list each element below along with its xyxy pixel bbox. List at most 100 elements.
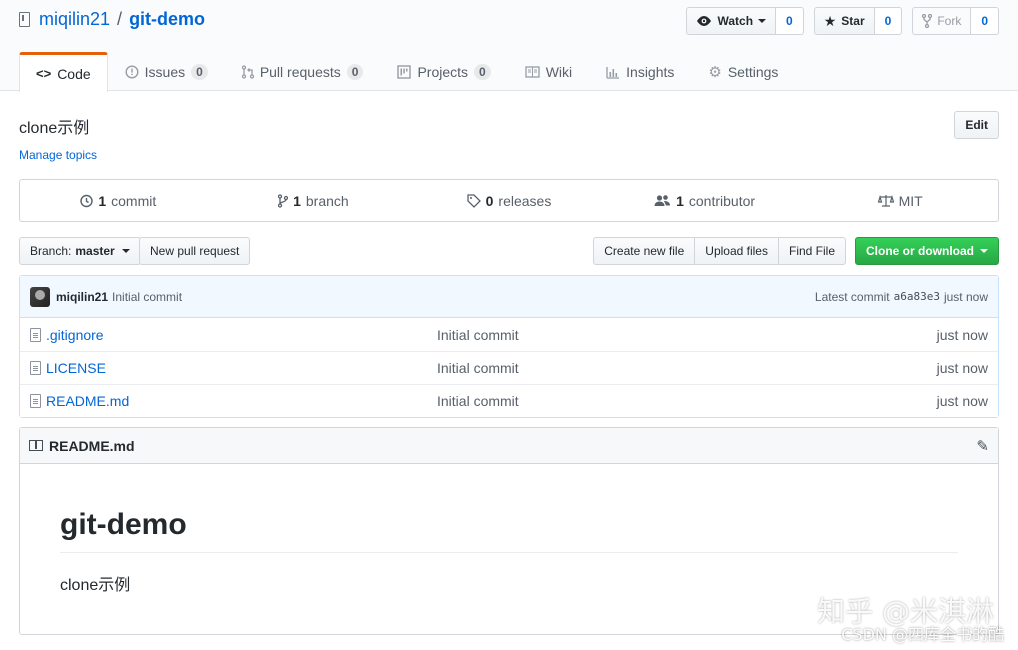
gear-icon: ⚙ — [708, 64, 722, 81]
watch-group: Watch 0 — [686, 7, 804, 35]
tab-projects-label: Projects — [417, 64, 469, 80]
table-row: LICENSE Initial commit just now — [20, 351, 998, 384]
history-icon — [80, 194, 94, 207]
releases-link[interactable]: 0 releases — [411, 180, 607, 221]
contributors-label: contributor — [688, 192, 756, 209]
file-icon — [30, 361, 41, 375]
fork-count[interactable]: 0 — [971, 7, 999, 35]
tab-pull-requests[interactable]: Pull requests 0 — [225, 52, 381, 91]
commit-tease: miqilin21 Initial commit Latest commit a… — [20, 276, 998, 318]
releases-count: 0 — [485, 192, 494, 209]
file-icon — [30, 327, 41, 342]
code-icon: <> — [36, 66, 52, 81]
commit-message[interactable]: Initial commit — [112, 290, 182, 304]
table-row: README.md Initial commit just now — [20, 384, 998, 417]
readme-content: git-demo clone示例 — [20, 464, 998, 595]
repo-owner-link[interactable]: miqilin21 — [39, 9, 110, 30]
file-navigation: Branch: master New pull request Create n… — [19, 237, 999, 265]
pulls-count: 0 — [346, 64, 364, 80]
commit-author[interactable]: miqilin21 — [56, 290, 108, 304]
license-link[interactable]: MIT — [802, 180, 998, 221]
star-group: ★ Star 0 — [813, 7, 903, 35]
manage-topics-link[interactable]: Manage topics — [19, 148, 97, 162]
fork-button[interactable]: Fork — [912, 7, 972, 35]
find-file-button[interactable]: Find File — [777, 237, 846, 265]
readme-heading: git-demo — [60, 508, 958, 553]
repo-description: clone示例 — [19, 120, 90, 137]
book-icon — [29, 440, 43, 451]
commit-age: just now — [943, 289, 988, 304]
watch-button[interactable]: Watch — [686, 7, 777, 35]
watch-label: Watch — [717, 14, 754, 28]
branches-count: 1 — [293, 192, 301, 209]
file-age: just now — [936, 393, 988, 409]
tab-settings[interactable]: ⚙ Settings — [691, 52, 795, 91]
fork-group: Fork 0 — [912, 7, 999, 35]
readme-header: README.md ✎ — [20, 428, 998, 464]
fork-icon — [922, 14, 933, 28]
tab-wiki[interactable]: Wiki — [508, 52, 589, 91]
commit-sha[interactable]: a6a83e3 — [894, 290, 940, 303]
file-commit-message[interactable]: Initial commit — [437, 360, 937, 376]
star-icon: ★ — [823, 12, 837, 29]
tab-settings-label: Settings — [727, 64, 779, 80]
file-name-link[interactable]: .gitignore — [46, 327, 104, 343]
contributors-link[interactable]: 1 contributor — [607, 180, 803, 221]
contributors-count: 1 — [676, 192, 684, 209]
license-label: MIT — [898, 192, 923, 209]
graph-icon — [606, 66, 620, 79]
file-name-link[interactable]: LICENSE — [46, 360, 106, 376]
repo-header: miqilin21 / git-demo Watch 0 ★ Star 0 Fo… — [0, 0, 1018, 92]
file-age: just now — [936, 326, 988, 343]
file-name-link[interactable]: README.md — [46, 393, 129, 409]
branch-name: master — [75, 244, 115, 258]
latest-commit-info: Latest commit a6a83e3 just now — [815, 290, 988, 304]
latest-commit-prefix: Latest commit — [814, 289, 890, 304]
branch-icon — [278, 193, 289, 208]
file-icon — [30, 394, 41, 408]
create-new-file-button[interactable]: Create new file — [593, 237, 696, 265]
tab-projects[interactable]: Projects 0 — [380, 52, 507, 91]
releases-label: releases — [498, 192, 552, 209]
tab-insights-label: Insights — [626, 64, 675, 80]
repo-title: miqilin21 / git-demo — [19, 9, 205, 30]
table-row: .gitignore Initial commit just now — [20, 318, 998, 351]
file-commit-message[interactable]: Initial commit — [437, 393, 937, 409]
commits-count: 1 — [98, 192, 107, 209]
issues-count: 0 — [191, 64, 208, 80]
commits-label: commit — [111, 192, 157, 209]
eye-icon — [697, 16, 712, 26]
tab-code-label: Code — [57, 65, 91, 82]
chevron-down-icon — [758, 19, 767, 23]
new-pull-request-button[interactable]: New pull request — [139, 237, 251, 265]
tab-wiki-label: Wiki — [545, 64, 573, 80]
branch-select-button[interactable]: Branch: master — [19, 237, 141, 265]
branches-link[interactable]: 1 branch — [216, 180, 412, 221]
tab-insights[interactable]: Insights — [589, 52, 691, 91]
file-commit-message[interactable]: Initial commit — [437, 327, 937, 343]
star-count[interactable]: 0 — [874, 7, 903, 35]
commits-link[interactable]: 1 commit — [20, 180, 216, 221]
upload-files-button[interactable]: Upload files — [694, 237, 779, 265]
readme-filename: README.md — [49, 437, 135, 454]
pencil-icon[interactable]: ✎ — [976, 437, 989, 455]
fork-label: Fork — [937, 14, 962, 28]
avatar[interactable] — [30, 286, 50, 307]
edit-description-button[interactable]: Edit — [954, 111, 999, 139]
pull-request-icon — [241, 65, 254, 79]
star-label: Star — [841, 14, 865, 28]
tab-issues-label: Issues — [144, 64, 186, 80]
star-button[interactable]: ★ Star — [813, 7, 875, 35]
tab-pulls-label: Pull requests — [259, 64, 341, 80]
chevron-down-icon — [980, 249, 988, 253]
people-icon — [654, 195, 671, 206]
repo-name-link[interactable]: git-demo — [129, 9, 205, 30]
watch-count[interactable]: 0 — [776, 7, 804, 35]
tab-code[interactable]: <> Code — [19, 52, 108, 92]
watermark-csdn: CSDN @四库全书的酷 — [841, 625, 1004, 644]
repo-nav: <> Code Issues 0 Pull requests 0 Project… — [19, 52, 795, 92]
chevron-down-icon — [121, 249, 130, 253]
clone-label: Clone or download — [866, 244, 974, 258]
tab-issues[interactable]: Issues 0 — [108, 52, 225, 91]
clone-download-button[interactable]: Clone or download — [855, 237, 999, 265]
